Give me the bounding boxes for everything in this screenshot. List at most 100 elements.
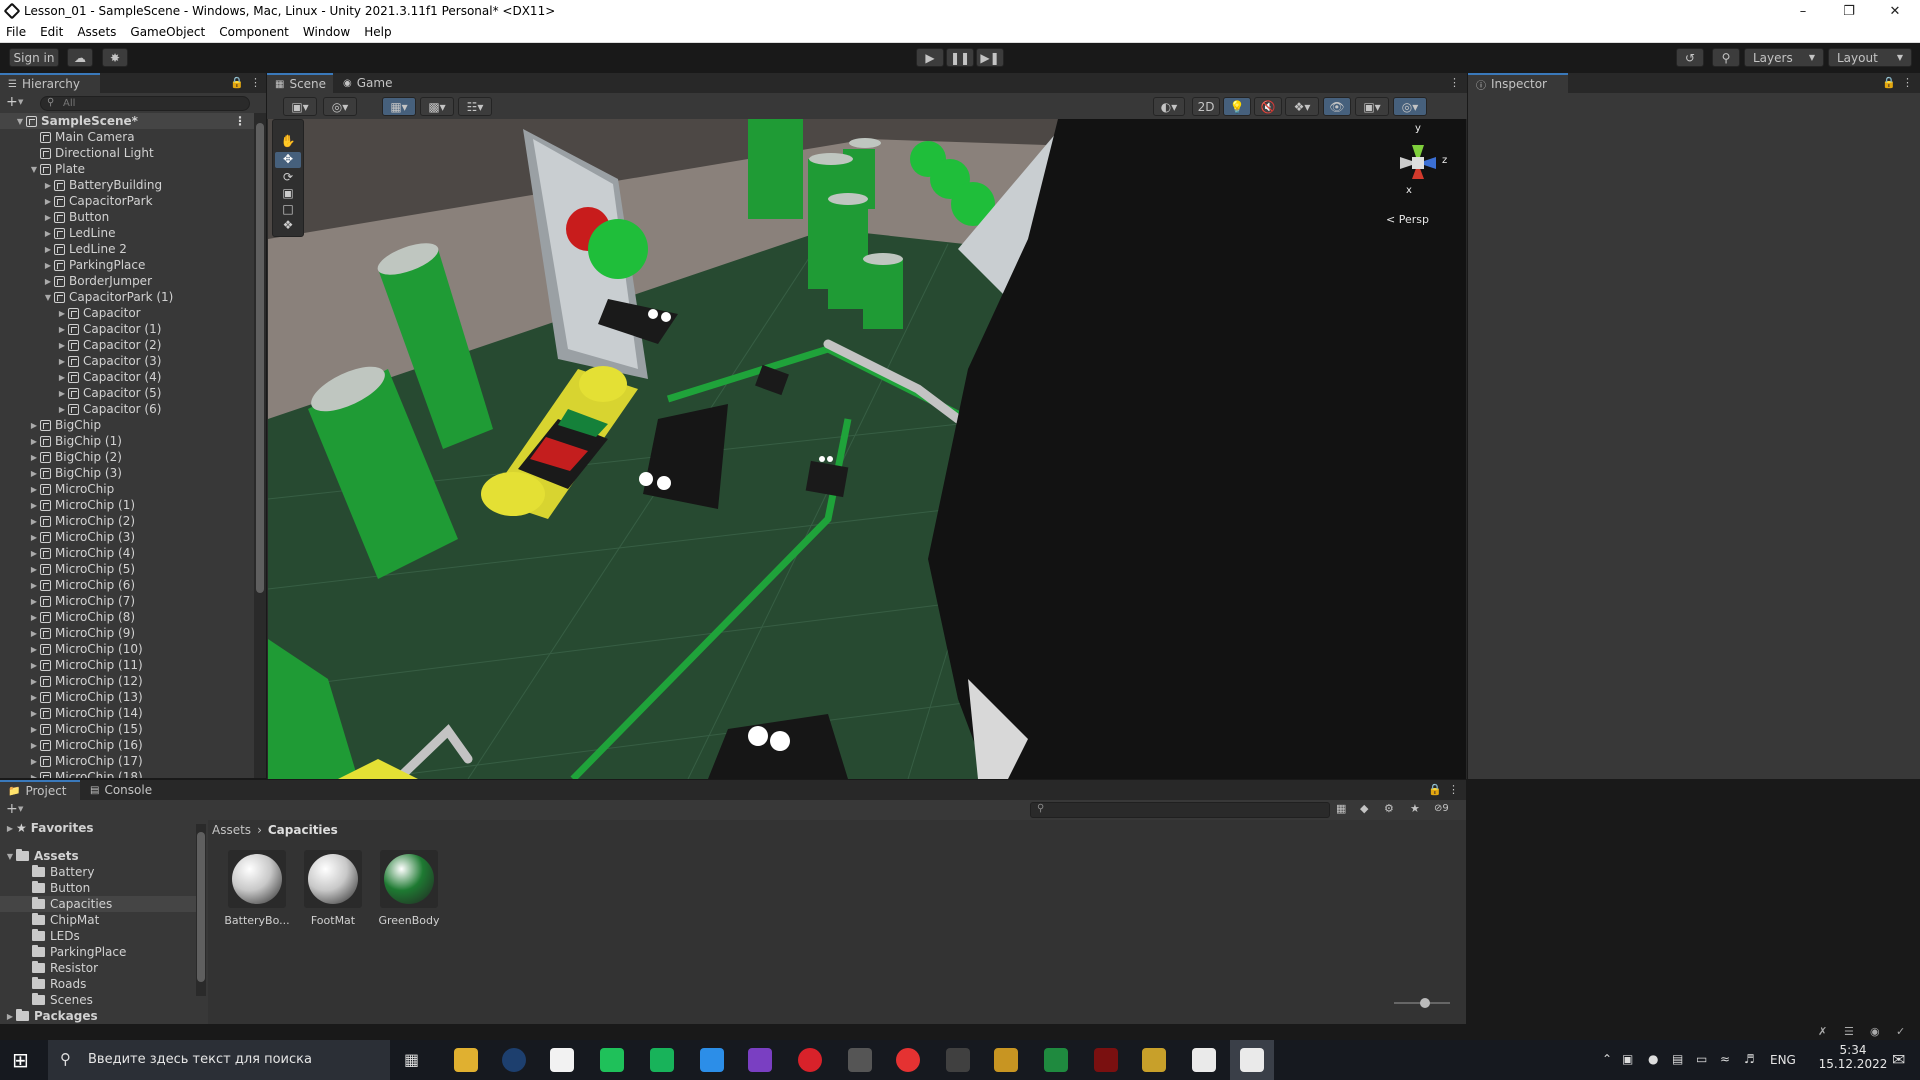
scene-visibility-icon[interactable]: 👁 <box>1323 97 1351 116</box>
lighting-icon[interactable]: 💡 <box>1223 97 1251 116</box>
menu-window[interactable]: Window <box>303 25 350 39</box>
assets-root-row[interactable]: ▼ Assets <box>0 848 79 864</box>
collapse-arrow-icon[interactable]: ▼ <box>28 165 40 174</box>
expand-arrow-icon[interactable]: ▶ <box>28 597 40 606</box>
more-options-icon[interactable]: ⋮ <box>250 76 261 89</box>
expand-arrow-icon[interactable]: ▶ <box>42 261 54 270</box>
scene-viewport[interactable]: ✋ ✥ ⟳ ▣ □ ❖ y z x < Persp <box>268 119 1466 779</box>
progress-icon[interactable]: ✓ <box>1896 1025 1905 1038</box>
expand-arrow-icon[interactable]: ▶ <box>42 213 54 222</box>
asset-item[interactable]: BatteryBo... <box>222 850 292 940</box>
expand-arrow-icon[interactable]: ▶ <box>28 533 40 542</box>
expand-arrow-icon[interactable]: ▶ <box>28 645 40 654</box>
restore-icon[interactable]: ❐ <box>1826 0 1872 22</box>
more-options-icon[interactable]: ⋮ <box>1902 76 1913 89</box>
expand-arrow-icon[interactable]: ▶ <box>42 197 54 206</box>
expand-arrow-icon[interactable]: ▶ <box>28 757 40 766</box>
audio-icon[interactable]: 🔇 <box>1254 97 1282 116</box>
tag-icon[interactable]: ⚙ <box>1384 802 1394 815</box>
project-folder-item[interactable]: Button <box>0 880 196 896</box>
expand-arrow-icon[interactable]: ▶ <box>28 501 40 510</box>
hierarchy-item[interactable]: ▶ MicroChip (4) <box>0 545 135 561</box>
hierarchy-item[interactable]: ▶ ParkingPlace <box>0 257 145 273</box>
hierarchy-scrollbar[interactable] <box>254 113 266 778</box>
expand-arrow-icon[interactable]: ▶ <box>42 277 54 286</box>
hierarchy-item[interactable]: ▶ MicroChip (7) <box>0 593 135 609</box>
battery-icon[interactable]: ▭ <box>1696 1052 1707 1066</box>
dataspell-icon[interactable] <box>650 1048 674 1072</box>
expand-arrow-icon[interactable]: ▶ <box>42 229 54 238</box>
display-icon[interactable]: ▤ <box>1672 1052 1683 1066</box>
add-icon[interactable]: + <box>6 94 18 110</box>
bug-icon[interactable]: ✗ <box>1818 1025 1827 1038</box>
orientation-gizmo[interactable]: y z x <box>1378 123 1458 203</box>
hierarchy-item[interactable]: ▶ MicroChip (2) <box>0 513 135 529</box>
expand-arrow-icon[interactable]: ▶ <box>56 373 68 382</box>
volume-icon[interactable]: ♬ <box>1744 1052 1755 1066</box>
hierarchy-item[interactable]: ▶ Capacitor <box>0 305 141 321</box>
hand-tool-icon[interactable]: ✋ <box>275 134 301 150</box>
stack-icon[interactable]: ☰ <box>1844 1025 1854 1038</box>
hierarchy-item[interactable]: ▶ MicroChip (1) <box>0 497 135 513</box>
favorites-row[interactable]: ▶ ★ Favorites <box>0 820 94 836</box>
effects-icon[interactable]: ❖▾ <box>1285 97 1319 116</box>
hierarchy-item[interactable]: ▶ Capacitor (4) <box>0 369 162 385</box>
notifications-icon[interactable]: ✉ <box>1892 1050 1905 1069</box>
hierarchy-item[interactable]: ▶ Capacitor (2) <box>0 337 162 353</box>
expand-arrow-icon[interactable]: ▶ <box>56 357 68 366</box>
tab-project[interactable]: 📁 Project <box>0 780 80 800</box>
expand-arrow-icon[interactable]: ▶ <box>56 341 68 350</box>
chevron-down-icon[interactable]: ▼ <box>18 805 23 813</box>
hierarchy-item[interactable]: ▶ MicroChip (16) <box>0 737 143 753</box>
hierarchy-item[interactable]: ▶ Capacitor (1) <box>0 321 162 337</box>
scrollbar-thumb[interactable] <box>197 832 205 982</box>
chevron-down-icon[interactable]: ▼ <box>18 98 23 106</box>
gizmos-icon[interactable]: ◎▾ <box>1393 97 1427 116</box>
app-icon[interactable] <box>550 1048 574 1072</box>
language-indicator[interactable]: ENG <box>1770 1053 1796 1067</box>
expand-arrow-icon[interactable]: ▶ <box>28 773 40 779</box>
hierarchy-item[interactable]: ▶ MicroChip (15) <box>0 721 143 737</box>
tab-scene[interactable]: ▦ Scene <box>267 73 333 93</box>
hierarchy-item[interactable]: ▶ BigChip (3) <box>0 465 122 481</box>
lock-icon[interactable]: 🔒 <box>1428 783 1442 796</box>
transform-tool-icon[interactable]: ❖ <box>275 218 301 234</box>
taskbar-search-box[interactable]: ⚲ Введите здесь текст для поиска <box>48 1040 390 1080</box>
expand-arrow-icon[interactable]: ▶ <box>28 581 40 590</box>
breadcrumb-assets[interactable]: Assets <box>212 823 251 837</box>
zoom-slider-handle[interactable] <box>1420 998 1430 1008</box>
hierarchy-item[interactable]: ▶ BigChip (2) <box>0 449 122 465</box>
expand-arrow-icon[interactable]: ▶ <box>28 725 40 734</box>
wifi-icon[interactable]: ≈ <box>1720 1052 1730 1066</box>
global-local-icon[interactable]: ◎▾ <box>323 97 357 116</box>
project-folder-item[interactable]: ParkingPlace <box>0 944 196 960</box>
packages-row[interactable]: ▶ Packages <box>0 1008 98 1024</box>
excel-icon[interactable] <box>1044 1048 1068 1072</box>
monitor-icon[interactable]: ▣ <box>1622 1052 1633 1066</box>
hierarchy-item[interactable]: ▶ Capacitor (3) <box>0 353 162 369</box>
yandex-browser-icon[interactable] <box>896 1048 920 1072</box>
search-icon[interactable]: ⚲ <box>1712 48 1740 67</box>
hierarchy-item[interactable]: ▶ MicroChip (10) <box>0 641 143 657</box>
scale-tool-icon[interactable]: ▣ <box>275 186 301 202</box>
unity-editor-taskbar-button[interactable] <box>1230 1040 1274 1080</box>
hierarchy-item[interactable]: ▼ Plate <box>0 161 85 177</box>
vscode-icon[interactable] <box>700 1048 724 1072</box>
hierarchy-item[interactable]: ▶ MicroChip (18) <box>0 769 143 778</box>
expand-arrow-icon[interactable]: ▶ <box>28 709 40 718</box>
expand-arrow-icon[interactable]: ▶ <box>28 693 40 702</box>
expand-arrow-icon[interactable]: ▶ <box>42 181 54 190</box>
app-icon-5[interactable] <box>1142 1048 1166 1072</box>
project-folder-item[interactable]: LEDs <box>0 928 196 944</box>
hierarchy-item[interactable]: ▶ MicroChip (12) <box>0 673 143 689</box>
rect-tool-icon[interactable]: □ <box>275 202 301 218</box>
layers-dropdown[interactable]: Layers ▼ <box>1744 48 1824 67</box>
search-by-type-icon[interactable]: ▦ <box>1336 802 1346 815</box>
opera-icon[interactable] <box>798 1048 822 1072</box>
play-button[interactable]: ▶ <box>916 48 944 67</box>
clock[interactable]: 5:34 15.12.2022 <box>1818 1043 1888 1077</box>
draw-mode-icon[interactable]: ▣▾ <box>283 97 317 116</box>
scrollbar-thumb[interactable] <box>256 123 264 593</box>
project-folder-item[interactable]: Battery <box>0 864 196 880</box>
pause-button[interactable]: ❚❚ <box>946 48 974 67</box>
